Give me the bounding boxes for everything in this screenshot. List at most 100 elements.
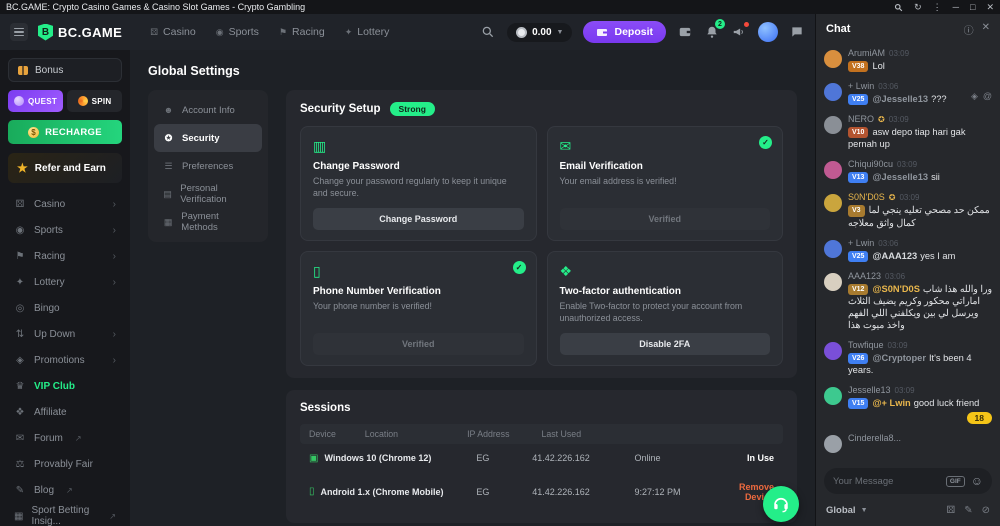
settings-tab[interactable]: ☻ Account Info: [154, 96, 262, 124]
sidebar-item[interactable]: ◉ Sports ›: [8, 217, 122, 243]
balance-selector[interactable]: 0.00 ▼: [507, 23, 572, 42]
recharge-button[interactable]: RECHARGE: [8, 120, 122, 144]
sidebar-item[interactable]: ✉ Forum ↗: [8, 425, 122, 451]
menu-toggle-icon[interactable]: [10, 23, 28, 41]
chat-message[interactable]: ArumiAM 03:09 V38Lol: [824, 48, 992, 72]
security-card: ✉ ✓ Email Verification Your email addres…: [547, 126, 784, 241]
chat-message[interactable]: + Lwin 03:06 V25@Jesselle13??? ◈ @: [824, 81, 992, 105]
message-author: NERO: [848, 114, 874, 124]
kebab-menu-icon[interactable]: ⋮: [933, 3, 942, 12]
gif-picker-icon[interactable]: GIF: [946, 476, 965, 487]
minimize-button[interactable]: ─: [953, 3, 959, 12]
chat-message[interactable]: AAA123 03:06 V12@S0N'D0Sورا والله هذا شا…: [824, 271, 992, 331]
card-title: Email Verification: [560, 161, 771, 172]
tab-icon: ▦: [163, 217, 173, 228]
session-ip-address: 41.42.226.162: [532, 487, 634, 497]
mention-icon[interactable]: @: [983, 91, 992, 102]
sidebar-item-icon: ⇅: [14, 329, 26, 340]
mute-rules-icon[interactable]: ⊘: [982, 505, 990, 516]
support-button[interactable]: [763, 486, 799, 522]
card-action-button[interactable]: Verified: [560, 208, 771, 230]
mention-link[interactable]: @Jesselle13: [872, 94, 928, 104]
sidebar-item[interactable]: ❖ Affiliate: [8, 399, 122, 425]
deposit-label: Deposit: [614, 26, 653, 38]
spin-button[interactable]: SPIN: [67, 90, 122, 112]
sidebar-item[interactable]: ✎ Blog ↗: [8, 477, 122, 503]
sidebar-item-label: Affiliate: [34, 407, 67, 418]
diamond-icon[interactable]: ◈: [971, 91, 978, 102]
bonus-card[interactable]: Bonus: [8, 58, 122, 82]
sidebar-item[interactable]: ♛ VIP Club: [8, 373, 122, 399]
close-button[interactable]: ✕: [986, 3, 994, 12]
message-author: Towfique: [848, 340, 884, 350]
chat-message[interactable]: Cinderella8...: [824, 433, 992, 453]
nav-link[interactable]: ⚑ Racing: [279, 26, 325, 38]
security-setup-title: Security Setup: [300, 103, 381, 115]
sidebar-item[interactable]: ⚄ Casino ›: [8, 191, 122, 217]
message-author: S0N'D0S: [848, 192, 885, 202]
reload-icon[interactable]: ↻: [914, 3, 922, 12]
settings-tab[interactable]: ☰ Preferences: [154, 152, 262, 180]
nav-link[interactable]: ✦ Lottery: [345, 26, 390, 38]
session-action[interactable]: In Use: [709, 453, 774, 463]
mention-link[interactable]: @Cryptoper: [872, 353, 926, 363]
wallet-icon: [596, 26, 608, 38]
chat-message[interactable]: S0N'D0S ✪ 03:09 V3ممكن حد مصحي تعليه ينج…: [824, 192, 992, 228]
mention-link[interactable]: @S0N'D0S: [872, 284, 919, 294]
coin-icon: [516, 27, 527, 38]
search-icon[interactable]: [894, 3, 903, 12]
deposit-button[interactable]: Deposit: [583, 21, 666, 43]
message-time: 03:09: [895, 386, 915, 395]
user-avatar[interactable]: [758, 22, 778, 42]
alert-dot: [744, 22, 749, 27]
settings-tab[interactable]: ▤ Personal Verification: [154, 180, 262, 208]
sidebar-item[interactable]: ▦ Sport Betting Insig... ↗: [8, 503, 122, 526]
sidebar-item[interactable]: ◈ Promotions ›: [8, 347, 122, 373]
card-action-button[interactable]: Verified: [313, 333, 524, 355]
refer-and-earn-card[interactable]: ★ Refer and Earn: [8, 153, 122, 183]
wallet-icon[interactable]: [677, 24, 693, 40]
settings-tab[interactable]: ✪ Security: [154, 124, 262, 152]
chat-toggle-icon[interactable]: [789, 24, 805, 40]
mention-link[interactable]: @AAA123: [872, 251, 917, 261]
chat-info-icon[interactable]: ⓘ: [964, 22, 974, 37]
emoji-picker-icon[interactable]: ☺: [971, 475, 983, 487]
bcgame-logo[interactable]: B BC.GAME: [38, 24, 122, 41]
dice-icon[interactable]: ⚄: [947, 505, 956, 516]
search-icon[interactable]: [480, 24, 496, 40]
maximize-button[interactable]: □: [970, 3, 975, 12]
sidebar-item[interactable]: ◎ Bingo: [8, 295, 122, 321]
chevron-right-icon: ›: [113, 225, 116, 236]
sidebar-item[interactable]: ⚑ Racing ›: [8, 243, 122, 269]
page-title: Global Settings: [148, 64, 797, 78]
sidebar-item[interactable]: ✦ Lottery ›: [8, 269, 122, 295]
mention-link[interactable]: @Jesselle13: [872, 172, 928, 182]
nav-link[interactable]: ◉ Sports: [216, 26, 259, 38]
security-card: ▥ Change Password Change your password r…: [300, 126, 537, 241]
sidebar-item-label: Blog: [34, 485, 54, 496]
spin-wheel-icon: [78, 96, 88, 106]
chat-message[interactable]: Chiqui90cu 03:09 V13@Jesselle13sii: [824, 159, 992, 183]
card-action-button[interactable]: Change Password: [313, 208, 524, 230]
mention-link[interactable]: @+ Lwin: [872, 398, 910, 408]
announcements-icon[interactable]: [731, 24, 747, 40]
medal-icon: ✪: [878, 115, 885, 124]
pencil-icon[interactable]: ✎: [964, 505, 972, 516]
sidebar-item[interactable]: ⇅ Up Down ›: [8, 321, 122, 347]
quest-button[interactable]: QUEST: [8, 90, 63, 112]
chat-room-select[interactable]: Global ▼: [826, 505, 868, 516]
sidebar-item-label: Up Down: [34, 329, 75, 340]
sidebar-item[interactable]: ⚖ Provably Fair: [8, 451, 122, 477]
settings-tab[interactable]: ▦ Payment Methods: [154, 208, 262, 236]
chat-message[interactable]: Jesselle13 03:09 V15@+ Lwingood luck fri…: [824, 385, 992, 424]
chat-message[interactable]: Towfique 03:09 V26@CryptoperIt's been 4 …: [824, 340, 992, 376]
card-title: Phone Number Verification: [313, 286, 524, 297]
card-action-button[interactable]: Disable 2FA: [560, 333, 771, 355]
nav-link[interactable]: ⚄ Casino: [150, 26, 196, 38]
notifications-bell-icon[interactable]: 2: [704, 24, 720, 40]
message-input[interactable]: Your Message GIF ☺: [824, 468, 992, 494]
chat-message[interactable]: NERO ✪ 03:09 V10asw depo tiap hari gak p…: [824, 114, 992, 150]
chat-message[interactable]: + Lwin 03:06 V25@AAA123yes I am: [824, 238, 992, 262]
trophy-icon: ★: [17, 162, 28, 174]
chat-close-icon[interactable]: ✕: [982, 22, 990, 37]
